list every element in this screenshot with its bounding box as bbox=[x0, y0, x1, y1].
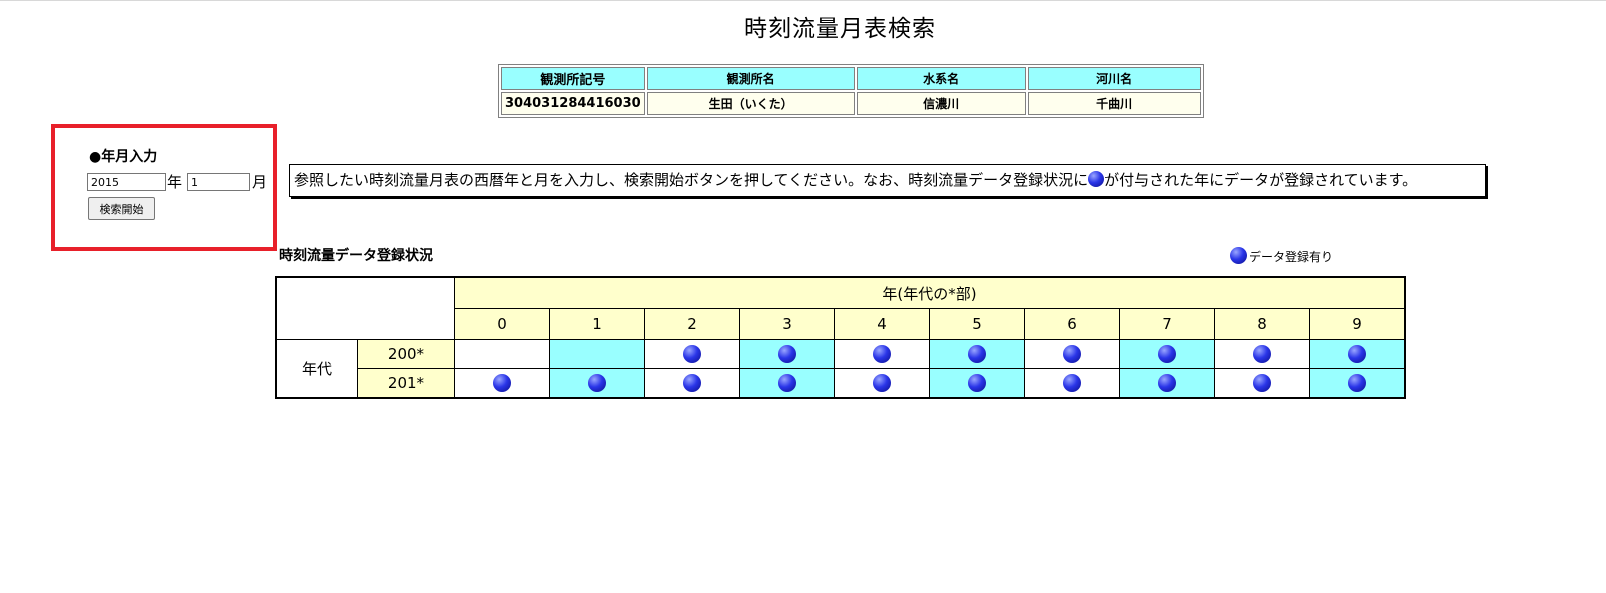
instructions-text-before: 参照したい時刻流量月表の西暦年と月を入力し、検索開始ボタンを押してください。なお… bbox=[294, 171, 1089, 189]
status-cell bbox=[834, 368, 930, 399]
blue-ball-icon bbox=[1348, 374, 1366, 393]
station-info-header-row: 観測所記号 観測所名 水系名 河川名 bbox=[501, 67, 1201, 90]
month-unit-label: 月 bbox=[252, 173, 268, 191]
header-station-name: 観測所名 bbox=[646, 67, 855, 90]
status-cell bbox=[1309, 339, 1406, 369]
year-input[interactable] bbox=[87, 173, 166, 191]
status-cell bbox=[1024, 339, 1120, 369]
blue-ball-icon bbox=[1088, 171, 1105, 187]
status-cell bbox=[1119, 339, 1215, 369]
decade-row-0: 年代 200* bbox=[275, 339, 1406, 399]
year-digit-5: 5 bbox=[929, 308, 1025, 340]
blue-ball-icon bbox=[588, 374, 606, 393]
header-station-code: 観測所記号 bbox=[501, 67, 645, 90]
blue-ball-icon bbox=[968, 374, 986, 393]
blue-ball-icon bbox=[1253, 374, 1271, 393]
status-cell bbox=[644, 339, 740, 369]
status-cell bbox=[1024, 368, 1120, 399]
blue-ball-icon bbox=[493, 374, 511, 393]
blue-ball-icon bbox=[873, 345, 891, 364]
status-cell bbox=[834, 339, 930, 369]
station-code: 304031284416030 bbox=[501, 92, 645, 115]
blue-ball-icon bbox=[1158, 345, 1176, 364]
month-input[interactable] bbox=[187, 173, 250, 191]
year-digit-1: 1 bbox=[549, 308, 645, 340]
year-unit-label: 年 bbox=[167, 173, 183, 191]
legend: データ登録有り bbox=[1230, 247, 1333, 265]
status-cell bbox=[739, 368, 835, 399]
registration-status-table: 年(年代の*部) 0123456789 年代 200* 201* bbox=[275, 276, 1406, 399]
station-name: 生田（いくた） bbox=[646, 92, 855, 115]
blue-ball-icon bbox=[1253, 345, 1271, 364]
decade-201: 201* bbox=[357, 368, 455, 399]
status-cell bbox=[1214, 339, 1310, 369]
instructions-text-after: が付与された年にデータが登録されています。 bbox=[1104, 171, 1418, 189]
year-digit-3: 3 bbox=[739, 308, 835, 340]
year-digit-9: 9 bbox=[1309, 308, 1406, 340]
blue-ball-icon bbox=[683, 345, 701, 364]
status-cell bbox=[454, 339, 550, 369]
blue-ball-icon bbox=[1230, 247, 1247, 264]
water-system: 信濃川 bbox=[856, 92, 1026, 115]
blue-ball-icon bbox=[778, 374, 796, 393]
year-digit-6: 6 bbox=[1024, 308, 1120, 340]
status-cell bbox=[1119, 368, 1215, 399]
blue-ball-icon bbox=[683, 374, 701, 393]
blue-ball-icon bbox=[1158, 374, 1176, 393]
station-info-table: 観測所記号 観測所名 水系名 河川名 304031284416030 生田（いく… bbox=[498, 64, 1204, 118]
status-cell bbox=[739, 339, 835, 369]
blue-ball-icon bbox=[1063, 374, 1081, 393]
status-header-row: 年(年代の*部) bbox=[275, 276, 1406, 340]
status-cell bbox=[1214, 368, 1310, 399]
blue-ball-icon bbox=[778, 345, 796, 364]
blue-ball-icon bbox=[1348, 345, 1366, 364]
registration-status-title: 時刻流量データ登録状況 bbox=[279, 248, 433, 264]
decade-200: 200* bbox=[357, 339, 455, 369]
decade-label: 年代 bbox=[275, 339, 358, 399]
year-digit-7: 7 bbox=[1119, 308, 1215, 340]
river-name: 千曲川 bbox=[1027, 92, 1201, 115]
top-border bbox=[0, 0, 1606, 1]
status-cell bbox=[454, 368, 550, 399]
instructions-box: 参照したい時刻流量月表の西暦年と月を入力し、検索開始ボタンを押してください。なお… bbox=[289, 164, 1486, 197]
header-water-system: 水系名 bbox=[856, 67, 1026, 90]
year-digit-8: 8 bbox=[1214, 308, 1310, 340]
status-cell bbox=[1309, 368, 1406, 399]
year-month-input-label: ●年月入力 bbox=[89, 149, 158, 165]
year-digit-header: 年(年代の*部) bbox=[454, 276, 1406, 309]
decade-row-1: 201* bbox=[276, 368, 1406, 399]
blue-ball-icon bbox=[968, 345, 986, 364]
page-title: 時刻流量月表検索 bbox=[744, 16, 936, 42]
station-info-value-row: 304031284416030 生田（いくた） 信濃川 千曲川 bbox=[501, 92, 1201, 115]
year-digit-0: 0 bbox=[454, 308, 550, 340]
status-cell bbox=[644, 368, 740, 399]
corner-cell bbox=[275, 276, 455, 340]
status-cell bbox=[549, 339, 645, 369]
status-cell bbox=[929, 368, 1025, 399]
header-river-name: 河川名 bbox=[1027, 67, 1201, 90]
year-digit-4: 4 bbox=[834, 308, 930, 340]
year-digit-2: 2 bbox=[644, 308, 740, 340]
blue-ball-icon bbox=[1063, 345, 1081, 364]
search-start-button[interactable]: 検索開始 bbox=[88, 197, 155, 220]
legend-label: データ登録有り bbox=[1249, 250, 1334, 264]
blue-ball-icon bbox=[873, 374, 891, 393]
status-cell bbox=[549, 368, 645, 399]
status-cell bbox=[929, 339, 1025, 369]
